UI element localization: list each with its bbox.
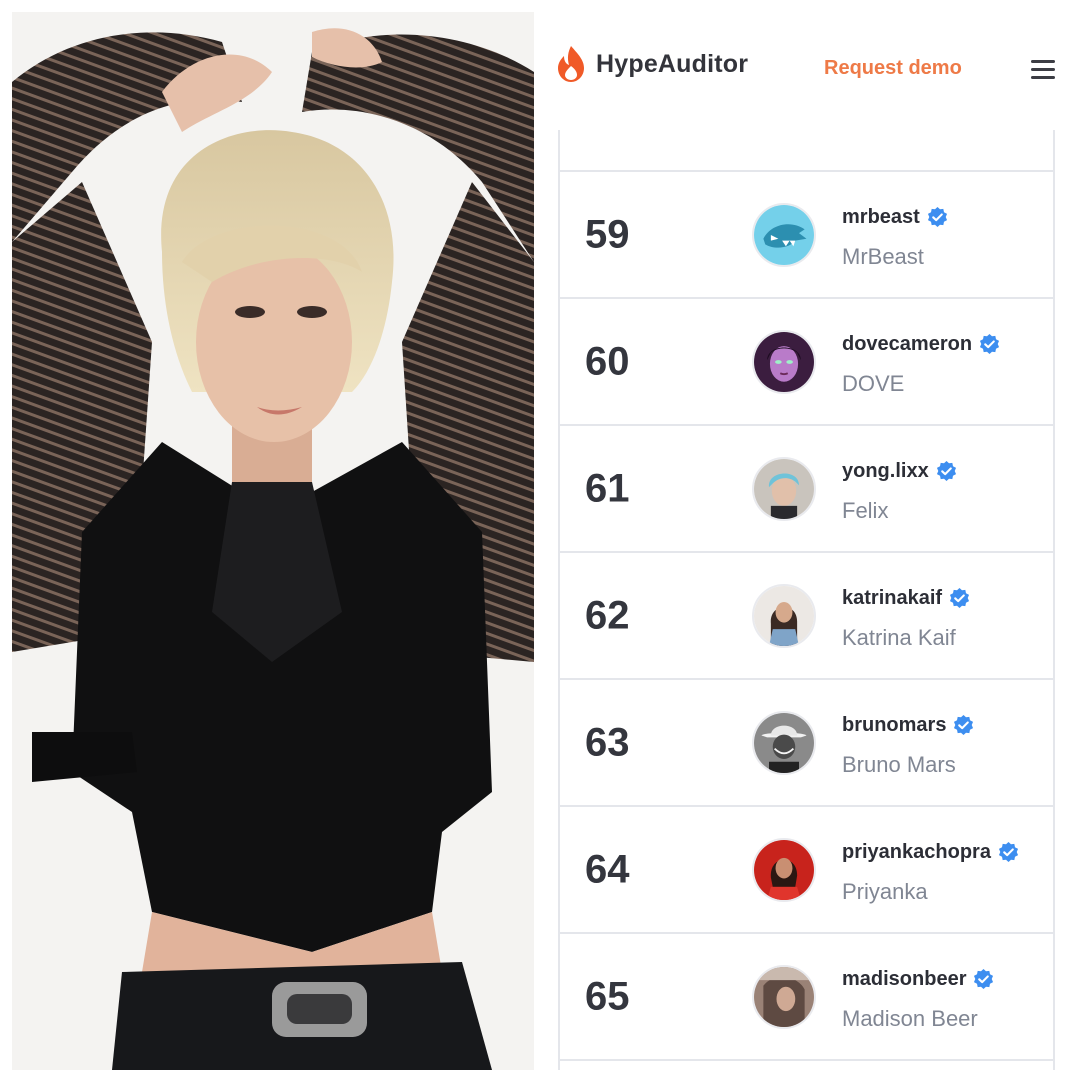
request-demo-link[interactable]: Request demo: [824, 57, 962, 80]
hamburger-menu-icon[interactable]: [1031, 58, 1055, 80]
display-name: Katrina Kaif: [842, 625, 956, 650]
table-row[interactable]: 63 brunomars Bruno Mars: [560, 680, 1053, 807]
verified-badge-icon: [974, 969, 994, 990]
hypeauditor-app: HypeAuditor Request demo 59 mrbeast MrBe…: [540, 12, 1068, 1070]
table-row[interactable]: 65 madisonbeer Madison Beer: [560, 934, 1053, 1061]
username[interactable]: madisonbeer: [842, 968, 966, 991]
brand-logo[interactable]: HypeAuditor: [556, 46, 748, 82]
display-name: DOVE: [842, 371, 905, 396]
username[interactable]: brunomars: [842, 714, 946, 737]
avatar[interactable]: [752, 583, 816, 648]
verified-badge-icon: [927, 207, 947, 228]
rank-number: 64: [585, 847, 630, 891]
rank-number: 61: [585, 466, 630, 510]
username[interactable]: dovecameron: [842, 333, 972, 356]
flame-icon: [558, 46, 584, 82]
display-name: MrBeast: [842, 244, 924, 269]
verified-badge-icon: [954, 715, 974, 736]
avatar[interactable]: [752, 710, 816, 775]
avatar[interactable]: [752, 456, 816, 521]
display-name: Priyanka: [842, 879, 928, 904]
top-navigation-bar: HypeAuditor Request demo: [540, 12, 1068, 130]
table-row[interactable]: 62 katrinakaif Katrina Kaif: [560, 553, 1053, 680]
avatar[interactable]: [752, 329, 816, 394]
display-name: Bruno Mars: [842, 752, 956, 777]
verified-badge-icon: [980, 334, 1000, 355]
ranking-table: 59 mrbeast MrBeast 60 dovecameron DOVE 6…: [558, 130, 1055, 1070]
table-row-partial: [560, 130, 1053, 172]
display-name: Madison Beer: [842, 1006, 978, 1031]
model-photo: [12, 12, 534, 1070]
display-name: Felix: [842, 498, 889, 523]
avatar[interactable]: [752, 202, 816, 267]
username[interactable]: katrinakaif: [842, 587, 942, 610]
rank-number: 62: [585, 593, 630, 637]
brand-name: HypeAuditor: [596, 49, 749, 78]
rank-number: 65: [585, 974, 630, 1018]
rank-number: 63: [585, 720, 630, 764]
avatar[interactable]: [752, 964, 816, 1029]
username[interactable]: mrbeast: [842, 206, 920, 229]
rank-number: 60: [585, 339, 630, 383]
avatar[interactable]: [752, 837, 816, 902]
username[interactable]: priyankachopra: [842, 841, 991, 864]
table-row[interactable]: 64 priyankachopra Priyanka: [560, 807, 1053, 934]
table-row[interactable]: 60 dovecameron DOVE: [560, 299, 1053, 426]
verified-badge-icon: [936, 461, 956, 482]
verified-badge-icon: [950, 588, 970, 609]
rank-number: 59: [585, 212, 630, 256]
verified-badge-icon: [998, 842, 1018, 863]
table-row[interactable]: 61 yong.lixx Felix: [560, 426, 1053, 553]
table-row[interactable]: 59 mrbeast MrBeast: [560, 172, 1053, 299]
username[interactable]: yong.lixx: [842, 460, 929, 483]
